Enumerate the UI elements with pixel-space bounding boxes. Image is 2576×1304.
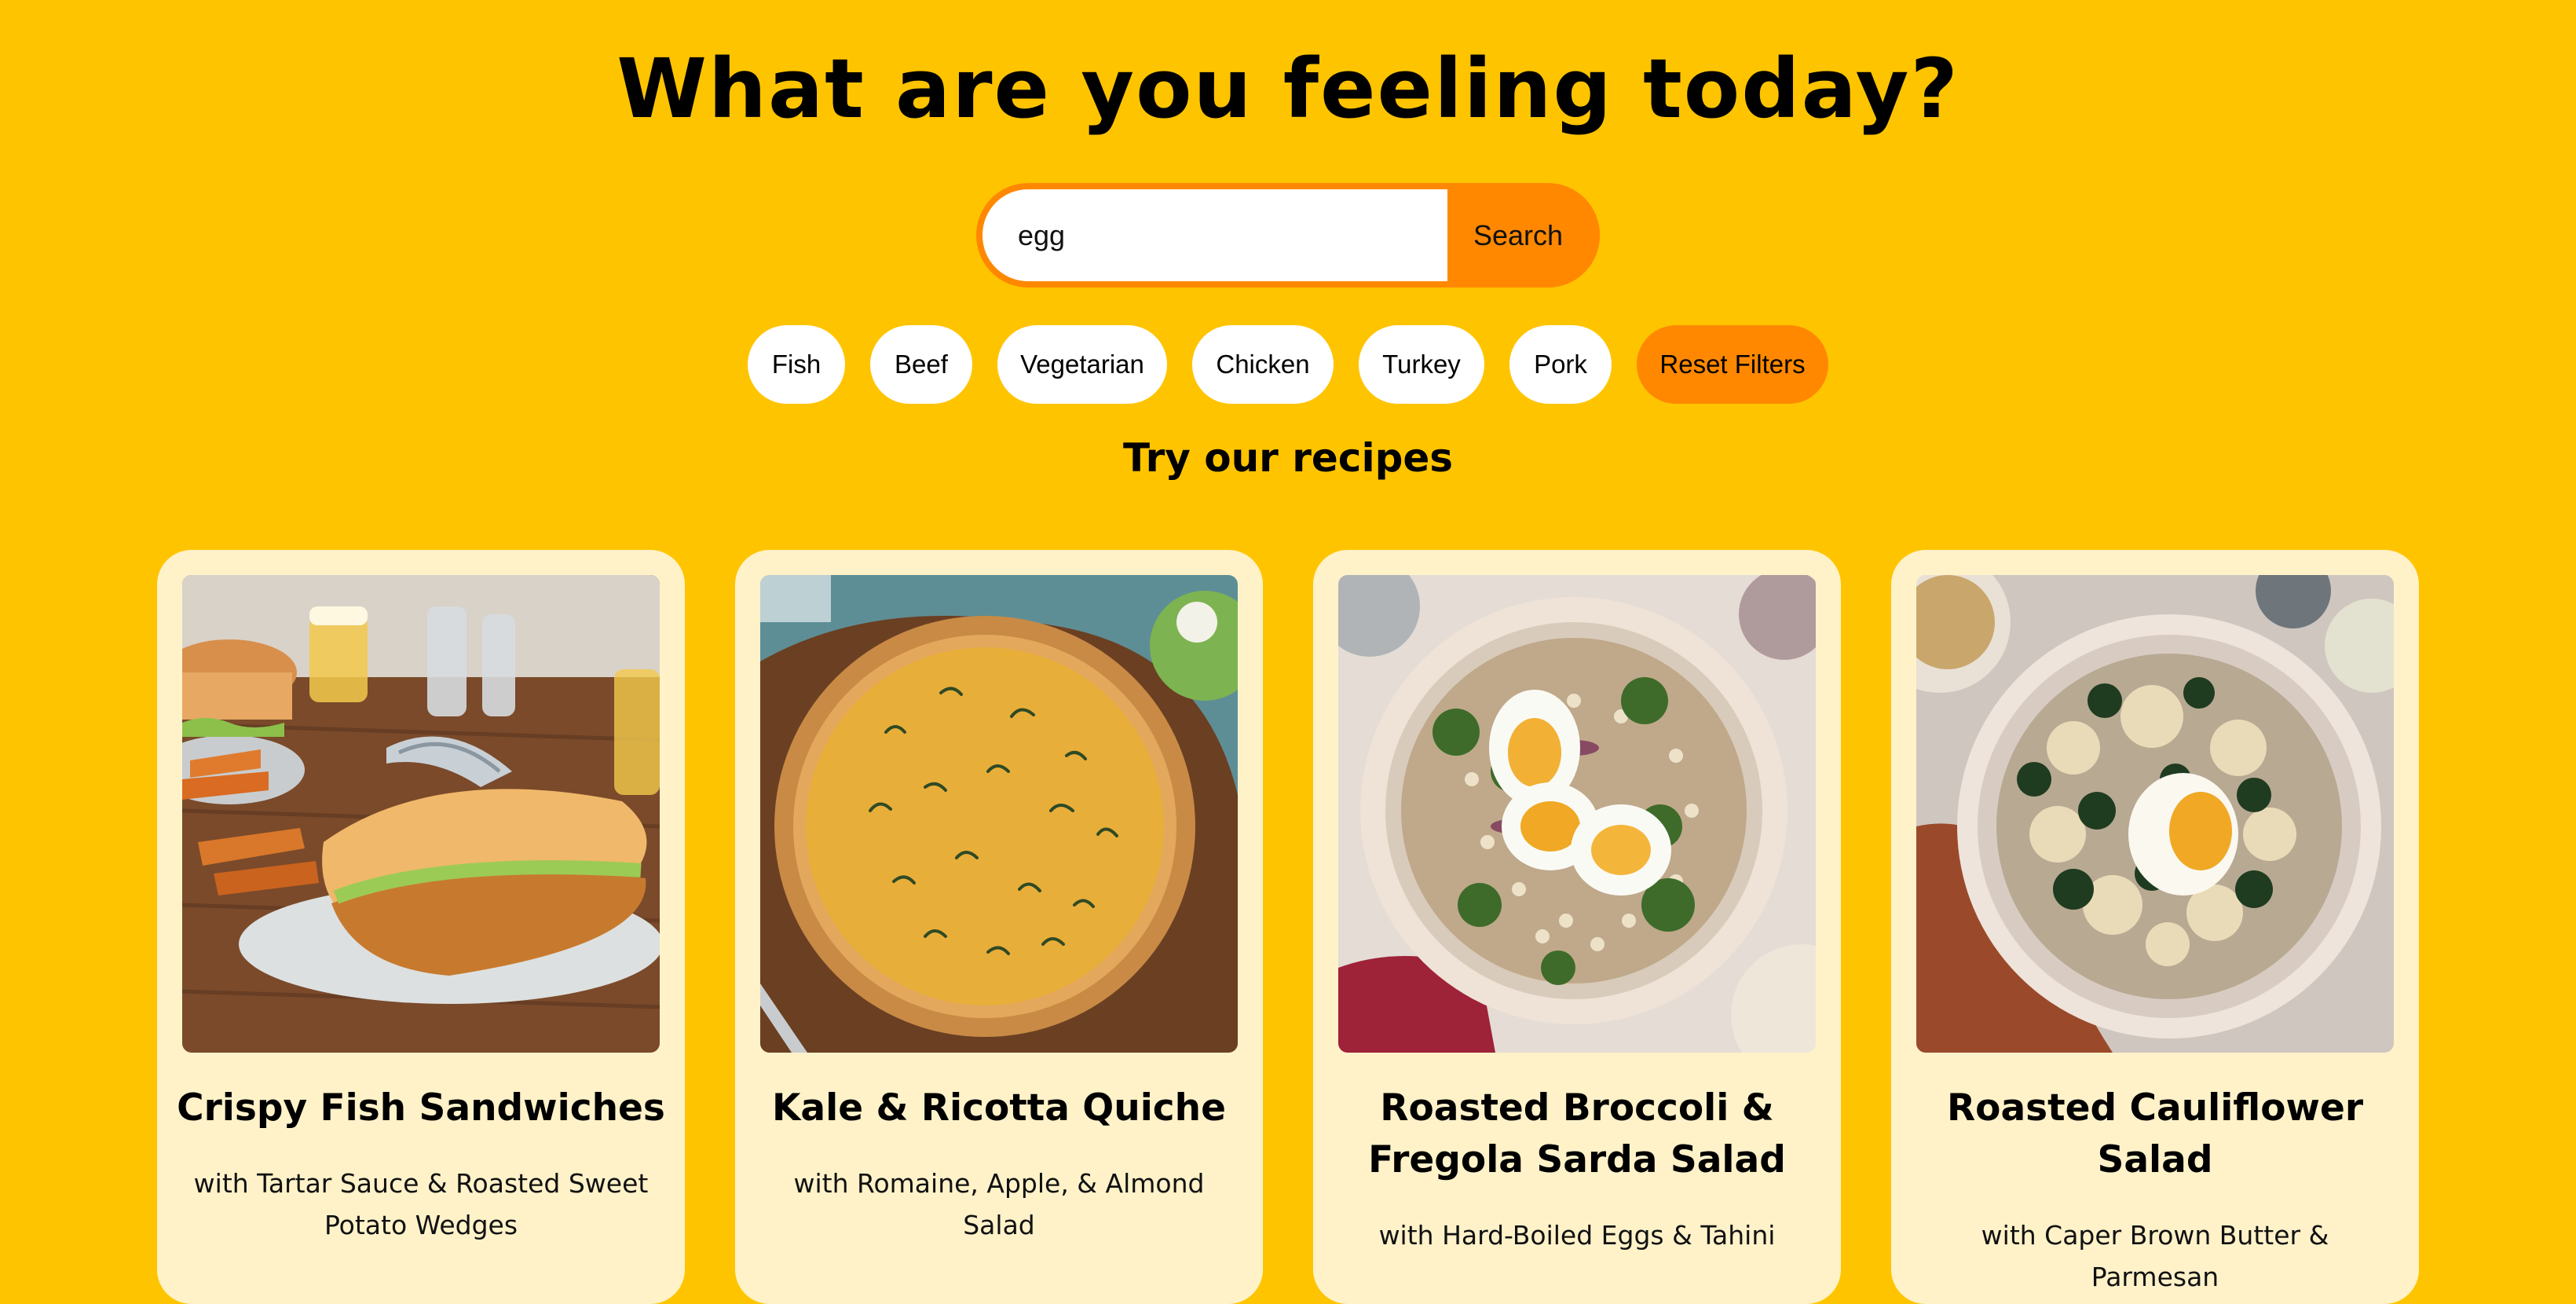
filter-row: Fish Beef Vegetarian Chicken Turkey Pork… [0, 325, 2576, 404]
recipe-image-quiche [760, 575, 1238, 1053]
recipe-subtitle: with Caper Brown Butter & Parmesan [1981, 1220, 2329, 1292]
recipe-title: Roasted Cauliflower Salad [1946, 1086, 2363, 1181]
page-title: What are you feeling today? [617, 41, 1959, 137]
recipe-image-fish-sandwich [182, 575, 660, 1053]
recipe-subtitle: with Tartar Sauce & Roasted Sweet Potato… [193, 1168, 649, 1240]
recipe-card[interactable]: Roasted Broccoli & Fregola Sarda Salad w… [1313, 550, 1841, 1304]
filter-beef-button[interactable]: Beef [870, 325, 972, 404]
search-input[interactable] [982, 189, 1447, 281]
recipe-title: Crispy Fish Sandwiches [177, 1086, 665, 1130]
recipes-heading: Try our recipes [1122, 435, 1454, 481]
search-button[interactable]: Search [1447, 183, 1600, 288]
filter-chicken-button[interactable]: Chicken [1192, 325, 1334, 404]
filter-pork-button[interactable]: Pork [1509, 325, 1612, 404]
filter-turkey-button[interactable]: Turkey [1359, 325, 1484, 404]
recipe-card[interactable]: Roasted Cauliflower Salad with Caper Bro… [1891, 550, 2419, 1304]
recipe-title: Kale & Ricotta Quiche [771, 1086, 1227, 1130]
reset-filters-button[interactable]: Reset Filters [1637, 325, 1828, 404]
recipe-card[interactable]: Crispy Fish Sandwiches with Tartar Sauce… [157, 550, 685, 1304]
recipe-title: Roasted Broccoli & Fregola Sarda Salad [1368, 1086, 1786, 1181]
search-bar: Search [976, 183, 1600, 288]
filter-vegetarian-button[interactable]: Vegetarian [997, 325, 1167, 404]
recipe-image-cauliflower-salad [1916, 575, 2394, 1053]
recipe-image-broccoli-salad [1338, 575, 1816, 1053]
recipe-subtitle: with Romaine, Apple, & Almond Salad [793, 1168, 1205, 1240]
recipe-card[interactable]: Kale & Ricotta Quiche with Romaine, Appl… [735, 550, 1263, 1304]
recipe-subtitle: with Hard-Boiled Eggs & Tahini [1378, 1220, 1776, 1251]
filter-fish-button[interactable]: Fish [748, 325, 845, 404]
